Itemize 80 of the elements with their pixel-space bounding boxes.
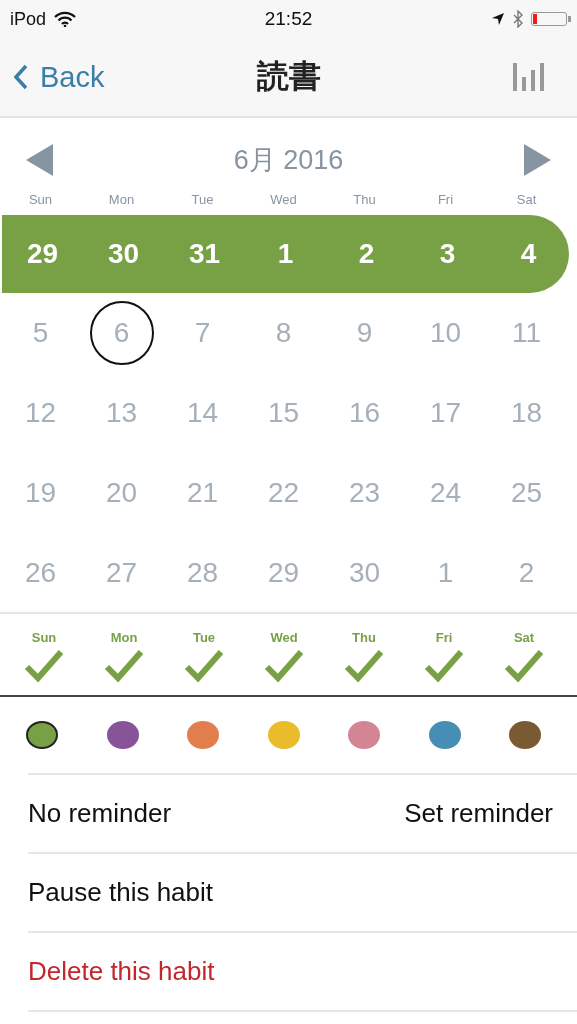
- color-dot[interactable]: [187, 721, 220, 749]
- day-number[interactable]: 19: [8, 461, 73, 525]
- weekday-label: Thu: [353, 191, 376, 207]
- screen-title: 読書: [256, 56, 321, 97]
- color-dot[interactable]: [348, 721, 381, 749]
- chevron-left-icon: [14, 64, 28, 90]
- color-dot[interactable]: [509, 721, 542, 749]
- day-number[interactable]: 20: [89, 461, 154, 525]
- day-number[interactable]: 29: [10, 222, 75, 286]
- checkmark-icon[interactable]: [104, 649, 144, 683]
- day-number[interactable]: 17: [413, 381, 478, 445]
- color-dot[interactable]: [428, 721, 461, 749]
- weekday-label: Sat: [516, 191, 537, 207]
- checkmark-icon[interactable]: [424, 649, 464, 683]
- weekday-label: Tue: [192, 630, 216, 645]
- pause-button[interactable]: Pause this habit: [28, 877, 213, 908]
- weekday-label: Fri: [437, 191, 454, 207]
- day-number[interactable]: 15: [251, 381, 316, 445]
- day-number[interactable]: 14: [170, 381, 235, 445]
- day-number[interactable]: 3: [415, 222, 480, 286]
- bar-chart-icon[interactable]: [513, 63, 547, 91]
- color-dot[interactable]: [26, 721, 59, 749]
- day-number[interactable]: 9: [332, 301, 397, 365]
- day-number[interactable]: 25: [494, 461, 559, 525]
- bluetooth-icon: [513, 10, 523, 28]
- carrier-name: iPod: [10, 8, 47, 30]
- day-number[interactable]: 26: [8, 541, 73, 605]
- weekday-label: Tue: [191, 191, 214, 207]
- day-number[interactable]: 1: [253, 222, 318, 286]
- day-number[interactable]: 29: [251, 541, 316, 605]
- checkmark-icon[interactable]: [504, 649, 544, 683]
- day-number[interactable]: 30: [332, 541, 397, 605]
- day-number[interactable]: 11: [494, 301, 559, 365]
- color-dot[interactable]: [267, 721, 300, 749]
- weekday-label: Mon: [110, 630, 138, 645]
- week-highlight[interactable]: 29 30 31 1 2 3 4: [2, 215, 569, 293]
- day-number[interactable]: 6: [89, 301, 154, 365]
- day-number[interactable]: 8: [251, 301, 316, 365]
- delete-button[interactable]: Delete this habit: [28, 956, 215, 987]
- weekday-label: Mon: [108, 191, 135, 207]
- day-number[interactable]: 10: [413, 301, 478, 365]
- checkmark-icon[interactable]: [264, 649, 304, 683]
- day-number[interactable]: 23: [332, 461, 397, 525]
- set-reminder-button[interactable]: Set reminder: [404, 798, 553, 829]
- next-month-arrow[interactable]: [523, 144, 551, 176]
- day-number[interactable]: 28: [170, 541, 235, 605]
- day-number[interactable]: 30: [91, 222, 156, 286]
- month-title: 6月 2016: [233, 144, 344, 177]
- weekday-label: Sat: [513, 630, 535, 645]
- day-number[interactable]: 5: [8, 301, 73, 365]
- day-number[interactable]: 31: [172, 222, 237, 286]
- day-number[interactable]: 24: [413, 461, 478, 525]
- previous-month-arrow[interactable]: [26, 144, 54, 176]
- weekday-label: Wed: [270, 191, 297, 207]
- day-number[interactable]: 1: [413, 541, 478, 605]
- checkmark-icon[interactable]: [184, 649, 224, 683]
- day-number[interactable]: 27: [89, 541, 154, 605]
- location-arrow-icon: [491, 12, 505, 26]
- day-number[interactable]: 18: [494, 381, 559, 445]
- day-number[interactable]: 2: [494, 541, 559, 605]
- day-number[interactable]: 7: [170, 301, 235, 365]
- back-button[interactable]: Back: [14, 60, 105, 94]
- day-number[interactable]: 4: [496, 222, 561, 286]
- status-time: 21:52: [264, 8, 313, 30]
- checkmark-icon[interactable]: [24, 649, 64, 683]
- weekday-label: Sun: [31, 630, 57, 645]
- weekday-label: Fri: [435, 630, 453, 645]
- checkmark-icon[interactable]: [344, 649, 384, 683]
- wifi-icon: [54, 11, 77, 27]
- weekday-label: Wed: [270, 630, 298, 645]
- day-number[interactable]: 2: [334, 222, 399, 286]
- reminder-status: No reminder: [28, 798, 172, 829]
- day-number[interactable]: 16: [332, 381, 397, 445]
- day-number[interactable]: 12: [8, 381, 73, 445]
- day-number[interactable]: 22: [251, 461, 316, 525]
- weekday-label: Thu: [352, 630, 376, 645]
- color-dot[interactable]: [106, 721, 139, 749]
- day-number[interactable]: 21: [170, 461, 235, 525]
- weekday-label: Sun: [28, 191, 53, 207]
- day-number[interactable]: 13: [89, 381, 154, 445]
